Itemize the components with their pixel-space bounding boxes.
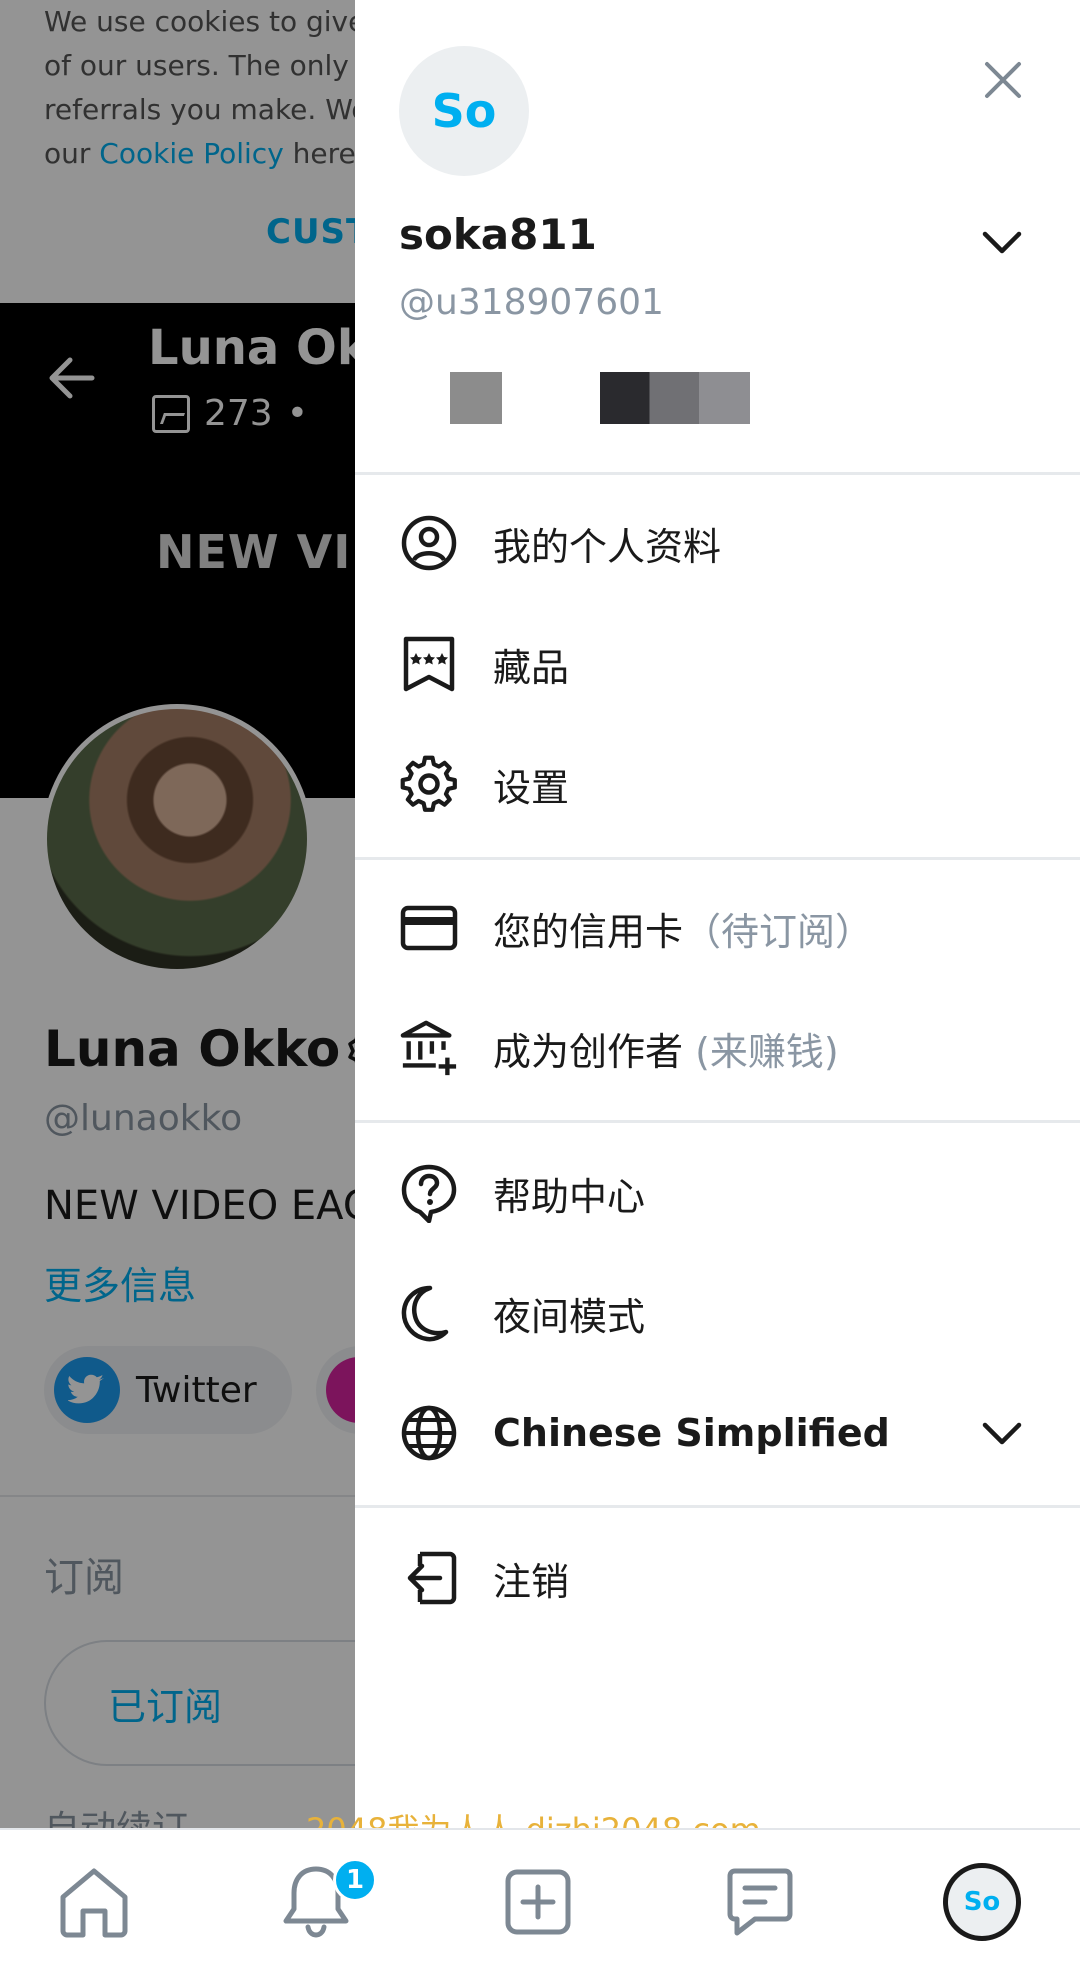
menu-item-label: 藏品 [493, 645, 570, 690]
menu-item-note: (来赚钱) [683, 1029, 839, 1074]
menu-item-label: 夜间模式 [493, 1294, 646, 1339]
bank-plus-icon [399, 1018, 459, 1078]
menu-item-label: 成为创作者 (来赚钱) [493, 1029, 839, 1074]
menu-item-label: 您的信用卡（待订阅） [493, 909, 874, 954]
drawer-username: soka811 [399, 210, 597, 259]
menu-item-credit-card[interactable]: 您的信用卡（待订阅） [355, 880, 1080, 976]
chevron-down-icon [982, 1422, 1022, 1445]
menu-item-settings[interactable]: 设置 [355, 736, 1080, 832]
bottom-nav: 1 So [0, 1828, 1080, 1973]
menu-item-collections[interactable]: 藏品 [355, 616, 1080, 712]
user-circle-icon [399, 513, 459, 573]
add-post-icon [505, 1869, 571, 1935]
divider [355, 1505, 1080, 1508]
menu-item-label: 我的个人资料 [493, 524, 722, 569]
nav-messages[interactable] [710, 1852, 810, 1952]
logout-icon [399, 1548, 459, 1608]
nav-profile[interactable]: So [932, 1852, 1032, 1952]
menu-item-label: 注销 [493, 1559, 570, 1604]
nav-new-post[interactable] [488, 1852, 588, 1952]
menu-item-note: （待订阅） [683, 909, 874, 954]
divider [355, 1120, 1080, 1123]
side-drawer: So soka811 @u318907601 我的个人资料 藏品 设置 您的信用… [355, 0, 1080, 1830]
chat-icon [727, 1868, 793, 1936]
credit-card-icon [399, 898, 459, 958]
menu-item-label: 设置 [493, 765, 570, 810]
nav-home[interactable] [44, 1852, 144, 1952]
help-bubble-icon [399, 1163, 459, 1223]
nav-avatar: So [943, 1863, 1021, 1941]
drawer-handle: @u318907601 [399, 282, 664, 323]
globe-icon [399, 1403, 459, 1463]
menu-item-night-mode[interactable]: 夜间模式 [355, 1265, 1080, 1361]
redacted-stat [450, 372, 502, 424]
moon-icon [399, 1283, 459, 1343]
divider [355, 472, 1080, 475]
menu-item-become-creator[interactable]: 成为创作者 (来赚钱) [355, 1000, 1080, 1096]
menu-item-help-center[interactable]: 帮助中心 [355, 1145, 1080, 1241]
home-icon [60, 1868, 128, 1938]
menu-item-my-profile[interactable]: 我的个人资料 [355, 495, 1080, 591]
divider [355, 857, 1080, 860]
menu-item-label: 帮助中心 [493, 1174, 646, 1219]
drawer-avatar[interactable]: So [399, 46, 529, 176]
menu-item-logout[interactable]: 注销 [355, 1530, 1080, 1626]
redacted-stat [600, 372, 750, 424]
notification-badge: 1 [333, 1858, 377, 1902]
gear-icon [399, 754, 459, 814]
close-icon[interactable] [975, 52, 1031, 108]
bookmark-stars-icon [399, 634, 459, 694]
menu-item-language[interactable]: Chinese Simplified [355, 1385, 1080, 1481]
language-label: Chinese Simplified [493, 1411, 890, 1455]
chevron-down-icon[interactable] [977, 222, 1027, 262]
